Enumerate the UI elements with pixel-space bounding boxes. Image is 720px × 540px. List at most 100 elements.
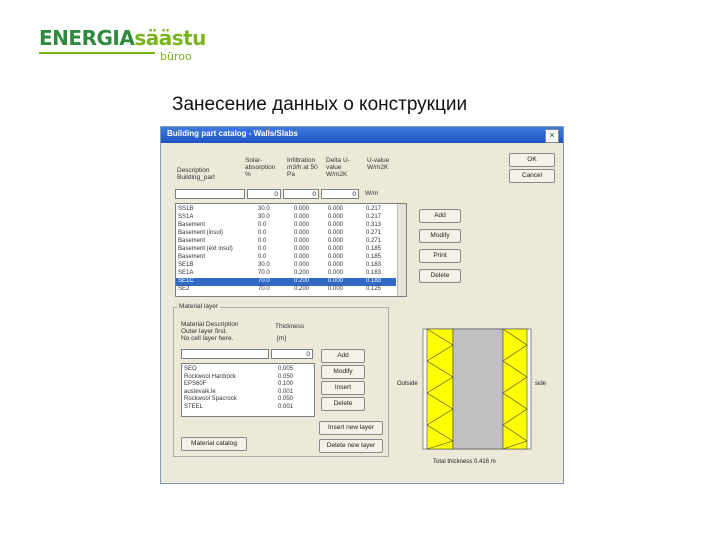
solar-filter-input[interactable]: 0 [247,189,281,199]
description-filter-input[interactable] [175,189,245,199]
part-cell: 0.200 [294,286,310,292]
part-cell: 0.183 [366,262,382,268]
part-cell: SE2 [178,286,190,292]
part-cell: Basement (insul) [178,230,224,236]
layer-row[interactable]: STEEL 0.001 [182,404,314,412]
logo-underline [39,52,155,54]
part-row[interactable]: Basement 0.0 0.000 0.000 0.313 [176,222,396,230]
window-title: Building part catalog - Walls/Slabs [167,129,298,138]
delta-filter-input[interactable]: 0 [321,189,359,199]
part-cell: 0.0 [258,254,267,260]
layer-material: EPS60F [184,381,207,387]
logo-subtitle: büroo [160,50,192,63]
part-cell: SE1B [178,262,194,268]
insert-layer-button[interactable]: Insert [321,381,365,395]
part-cell: Basement [178,238,206,244]
add-part-button[interactable]: Add [419,209,461,223]
part-row[interactable]: SE1C 70.0 0.200 0.000 0.183 [176,278,396,286]
part-row[interactable]: SS1A 30.0 0.000 0.000 0.217 [176,214,396,222]
layer-row[interactable]: SEO 0.005 [182,366,314,374]
layer-desc-line-1: Material Description [181,321,239,328]
part-cell: 0.217 [366,206,382,212]
cancel-button[interactable]: Cancel [509,169,555,183]
header-description: Description Building_part [177,167,215,181]
layer-thickness: 0.050 [278,373,294,380]
part-cell: 0.200 [294,270,310,276]
thickness-input[interactable]: 0 [271,349,313,359]
thickness-unit: [m] [277,335,287,342]
material-layers-list[interactable]: SEO 0.005 Rockwool Hardrock 0.050 EPS60F 0.10… [181,363,315,417]
part-row[interactable]: Basement 0.0 0.000 0.000 0.185 [176,254,396,262]
wall-section-diagram: Outside side Total thickness 0.416 m [397,328,547,465]
print-part-button[interactable]: Print [419,249,461,263]
building-parts-list[interactable]: SS1B 30.0 0.000 0.000 0.217 SS1A 30.0 0.000 0.00… [175,203,407,297]
modify-part-button[interactable]: Modify [419,229,461,243]
infiltration-filter-input[interactable]: 0 [283,189,319,199]
add-layer-button[interactable]: Add [321,349,365,363]
part-cell: 0.000 [328,222,344,228]
part-cell: 0.000 [328,286,344,292]
core-layer [452,328,504,450]
outside-label: Outside [397,381,418,387]
part-row[interactable]: Basement 0.0 0.000 0.000 0.271 [176,238,396,246]
part-cell: 0.0 [258,222,267,228]
window-titlebar[interactable]: Building part catalog - Walls/Slabs × [161,127,563,143]
part-row[interactable]: SE1A 70.0 0.200 0.000 0.183 [176,270,396,278]
layer-thickness: 0.001 [278,388,294,395]
layer-row[interactable]: Rockwool Spacrock 0.050 [182,396,314,404]
part-cell: SS1A [178,214,194,220]
logo-part-saastu: säästu [134,26,206,50]
layer-material: SEO [184,366,197,372]
part-cell: 0.000 [328,246,344,252]
part-row[interactable]: Basement (insul) 0.0 0.000 0.000 0.271 [176,230,396,238]
part-row[interactable]: SE2 70.0 0.200 0.000 0.125 [176,286,396,294]
thickness-label: Thickness [275,323,305,330]
layer-desc-line-2: Outer layer first. [181,328,228,335]
part-cell: 30.0 [258,262,270,268]
layer-row[interactable]: Rockwool Hardrock 0.050 [182,374,314,382]
part-cell: 0.0 [258,238,267,244]
part-cell: 0.000 [294,230,310,236]
part-cell: 0.000 [328,262,344,268]
part-row[interactable]: Basement (ext insul) 0.0 0.000 0.000 0.185 [176,246,396,254]
layer-row[interactable]: austevaik.le 0.001 [182,389,314,397]
part-cell: Basement [178,254,206,260]
layer-description-input[interactable] [181,349,269,359]
insert-new-layer-button[interactable]: Insert new layer [319,421,383,435]
layer-thickness: 0.100 [278,381,294,387]
delete-new-layer-button[interactable]: Delete new layer [319,439,383,453]
outer-insulation-layer [426,328,454,450]
filter-unit-label: W/m [365,190,379,197]
close-button[interactable]: × [545,129,559,143]
part-cell: Basement [178,222,206,228]
layer-desc-line-3: No cell layer here. [181,335,234,342]
header-infiltration: Infiltration m3/h at 50 Pa [287,157,318,178]
parts-list-scrollbar[interactable] [397,204,406,296]
part-cell: 0.000 [294,246,310,252]
part-cell: 0.000 [294,214,310,220]
delete-layer-button[interactable]: Delete [321,397,365,411]
part-cell: 0.000 [328,278,344,284]
part-cell: Basement (ext insul) [178,246,233,252]
delete-part-button[interactable]: Delete [419,269,461,283]
header-solar: Solar-absorption % [245,157,276,178]
layer-row[interactable]: EPS60F 0.100 [182,381,314,389]
layer-material: austevaik.le [184,388,216,395]
part-cell: 0.217 [366,214,382,220]
part-cell: 0.271 [366,238,382,244]
part-cell: 0.000 [328,230,344,236]
part-cell: 0.313 [366,222,382,228]
part-row[interactable]: SE1B 30.0 0.000 0.000 0.183 [176,262,396,270]
total-thickness-label: Total thickness 0.416 m [433,459,496,465]
ok-button[interactable]: OK [509,153,555,167]
part-cell: SE1C [178,278,194,284]
part-row[interactable]: SS1B 30.0 0.000 0.000 0.217 [176,206,396,214]
part-cell: 0.183 [366,278,382,284]
part-cell: 0.000 [328,254,344,260]
part-cell: 0.000 [328,270,344,276]
part-cell: 30.0 [258,206,270,212]
material-catalog-button[interactable]: Material catalog [181,437,247,451]
part-cell: 30.0 [258,214,270,220]
part-cell: 0.000 [328,214,344,220]
modify-layer-button[interactable]: Modify [321,365,365,379]
